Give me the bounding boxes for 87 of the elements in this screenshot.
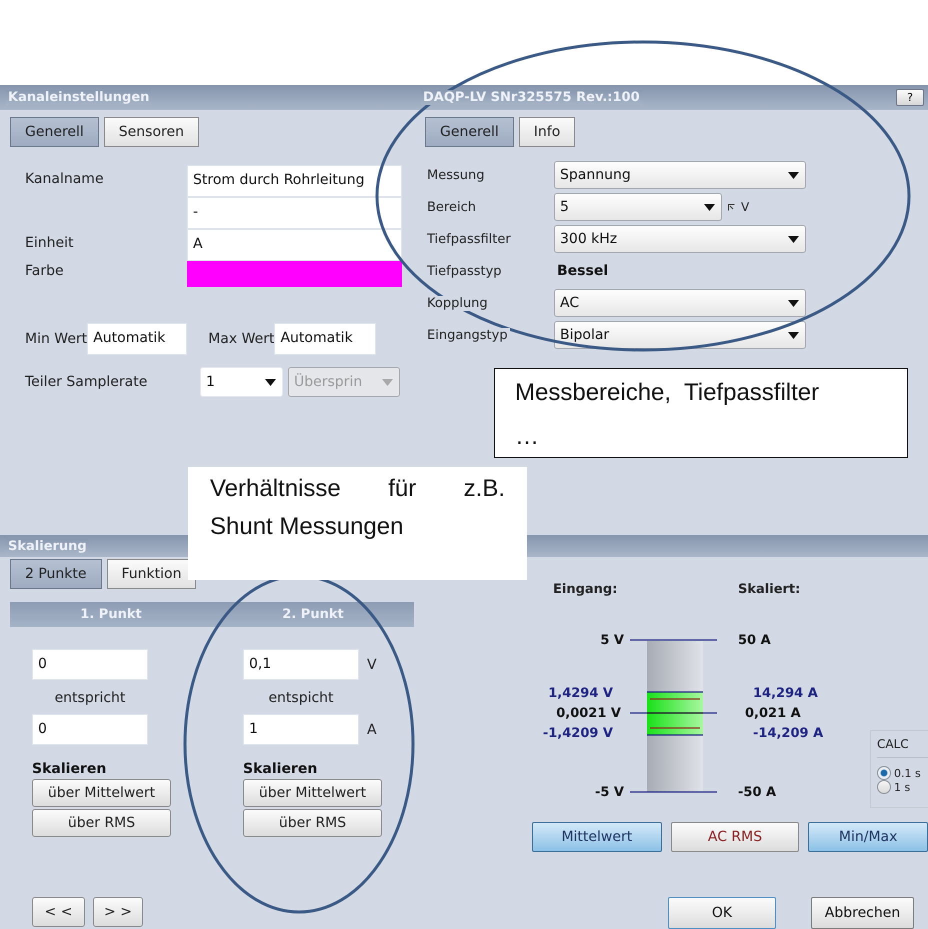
corner-icon — [728, 204, 735, 210]
dropdown[interactable]: 300 kHz — [554, 225, 806, 253]
caret-icon — [788, 300, 799, 306]
gauge-label: 14,294 A — [752, 684, 819, 702]
gauge-label: 50 A — [737, 632, 772, 650]
field-label: Tiefpasstyp — [427, 264, 504, 278]
caret-icon — [704, 204, 715, 210]
dropdown[interactable]: 5 — [554, 193, 722, 221]
radio-option[interactable]: 0.1 s — [877, 766, 928, 780]
input-field[interactable]: Automatik — [87, 323, 188, 355]
input-field[interactable]: Strom durch Rohrleitung — [187, 165, 402, 197]
field-label: Eingangstyp — [427, 328, 510, 342]
scale-button[interactable]: über RMS — [243, 809, 382, 837]
input-field[interactable]: 0,1 — [243, 649, 359, 680]
section-label: Skalieren — [243, 761, 318, 777]
gauge-label: -50 A — [737, 784, 778, 802]
field-label: Farbe — [25, 262, 65, 281]
callout-text: … — [515, 423, 540, 451]
color-swatch[interactable] — [187, 261, 402, 287]
radio-icon[interactable] — [877, 780, 891, 794]
radio-option[interactable]: 1 s — [877, 780, 928, 794]
dialog-button[interactable]: Abbrechen — [811, 897, 914, 929]
tab[interactable]: Info — [518, 117, 576, 147]
field-label: Min Wert — [25, 331, 88, 347]
mode-button[interactable]: Mittelwert — [532, 822, 662, 852]
column-heading: Eingang: — [553, 582, 618, 597]
relation-label: entspricht — [54, 690, 126, 706]
caret-icon — [788, 236, 799, 242]
dropdown[interactable]: Spannung — [554, 161, 806, 189]
unit-label: A — [367, 722, 377, 738]
scale-button[interactable]: über Mittelwert — [32, 779, 171, 807]
tab[interactable]: Funktion — [106, 559, 196, 589]
nav-button[interactable]: > > — [93, 897, 143, 927]
panel-title-bar: Kanaleinstellungen — [0, 85, 415, 110]
gauge-label: -1,4209 V — [542, 724, 614, 742]
input-field[interactable]: 0 — [32, 649, 148, 680]
input-field[interactable]: Automatik — [274, 323, 376, 355]
caret-icon — [382, 378, 393, 386]
mode-button[interactable]: AC RMS — [670, 822, 800, 852]
caret-icon — [788, 332, 799, 338]
panel-title-bar: DAQP-LV SNr325575 Rev.:100 ? — [415, 85, 928, 110]
dropdown[interactable]: AC — [554, 289, 806, 317]
radio-icon[interactable] — [877, 766, 891, 780]
relation-label: entspicht — [267, 690, 335, 706]
tab[interactable]: Generell — [425, 117, 514, 147]
callout-text: Messbereiche, Tiefpassfilter — [515, 379, 820, 407]
mode-button[interactable]: Min/Max — [808, 822, 928, 852]
dropdown[interactable]: 1 — [200, 367, 283, 397]
field-label: Einheit — [25, 234, 74, 253]
tab[interactable]: Sensoren — [104, 117, 199, 147]
scale-button[interactable]: über Mittelwert — [243, 779, 382, 807]
column-heading: Skaliert: — [738, 582, 802, 597]
field-label: Max Wert — [208, 331, 274, 347]
radio-label: 1 s — [894, 780, 910, 794]
dropdown[interactable]: Bipolar — [554, 321, 806, 349]
gauge-label: 0,0021 V — [555, 704, 622, 722]
gauge-label: -5 V — [594, 784, 625, 802]
gauge-label: 0,021 A — [744, 704, 802, 722]
dialog-button[interactable]: OK — [668, 897, 776, 929]
unit-label: V — [741, 200, 750, 214]
field-value: Bessel — [556, 263, 610, 279]
group-title: CALC — [877, 737, 928, 758]
radio-label: 0.1 s — [894, 766, 921, 780]
field-label: Bereich — [427, 200, 478, 214]
input-field[interactable]: A — [187, 229, 402, 261]
input-field[interactable]: - — [187, 197, 402, 229]
caret-icon — [788, 172, 799, 178]
tab[interactable]: Generell — [10, 117, 99, 147]
nav-button[interactable]: < < — [32, 897, 85, 927]
scale-button[interactable]: über RMS — [32, 809, 171, 837]
callout-text: Verhältnisse für z.B. — [210, 475, 505, 503]
column-heading: 2. Punkt — [281, 607, 345, 622]
input-field[interactable]: 1 — [243, 714, 359, 745]
field-label: Messung — [427, 168, 486, 182]
input-field[interactable]: 0 — [32, 714, 148, 745]
section-label: Skalieren — [32, 761, 106, 777]
caret-icon — [265, 378, 276, 386]
column-heading: 1. Punkt — [79, 607, 143, 622]
field-label: Kanalname — [25, 170, 105, 189]
unit-label: V — [367, 656, 377, 672]
field-label: Tiefpassfilter — [427, 232, 513, 246]
gauge-label: 5 V — [599, 632, 625, 650]
help-button[interactable]: ? — [896, 89, 924, 106]
tab[interactable]: 2 Punkte — [10, 559, 102, 589]
gauge-label: -14,209 A — [752, 724, 824, 742]
gauge-label: 1,4294 V — [547, 684, 614, 702]
field-label: Teiler Samplerate — [25, 374, 148, 390]
